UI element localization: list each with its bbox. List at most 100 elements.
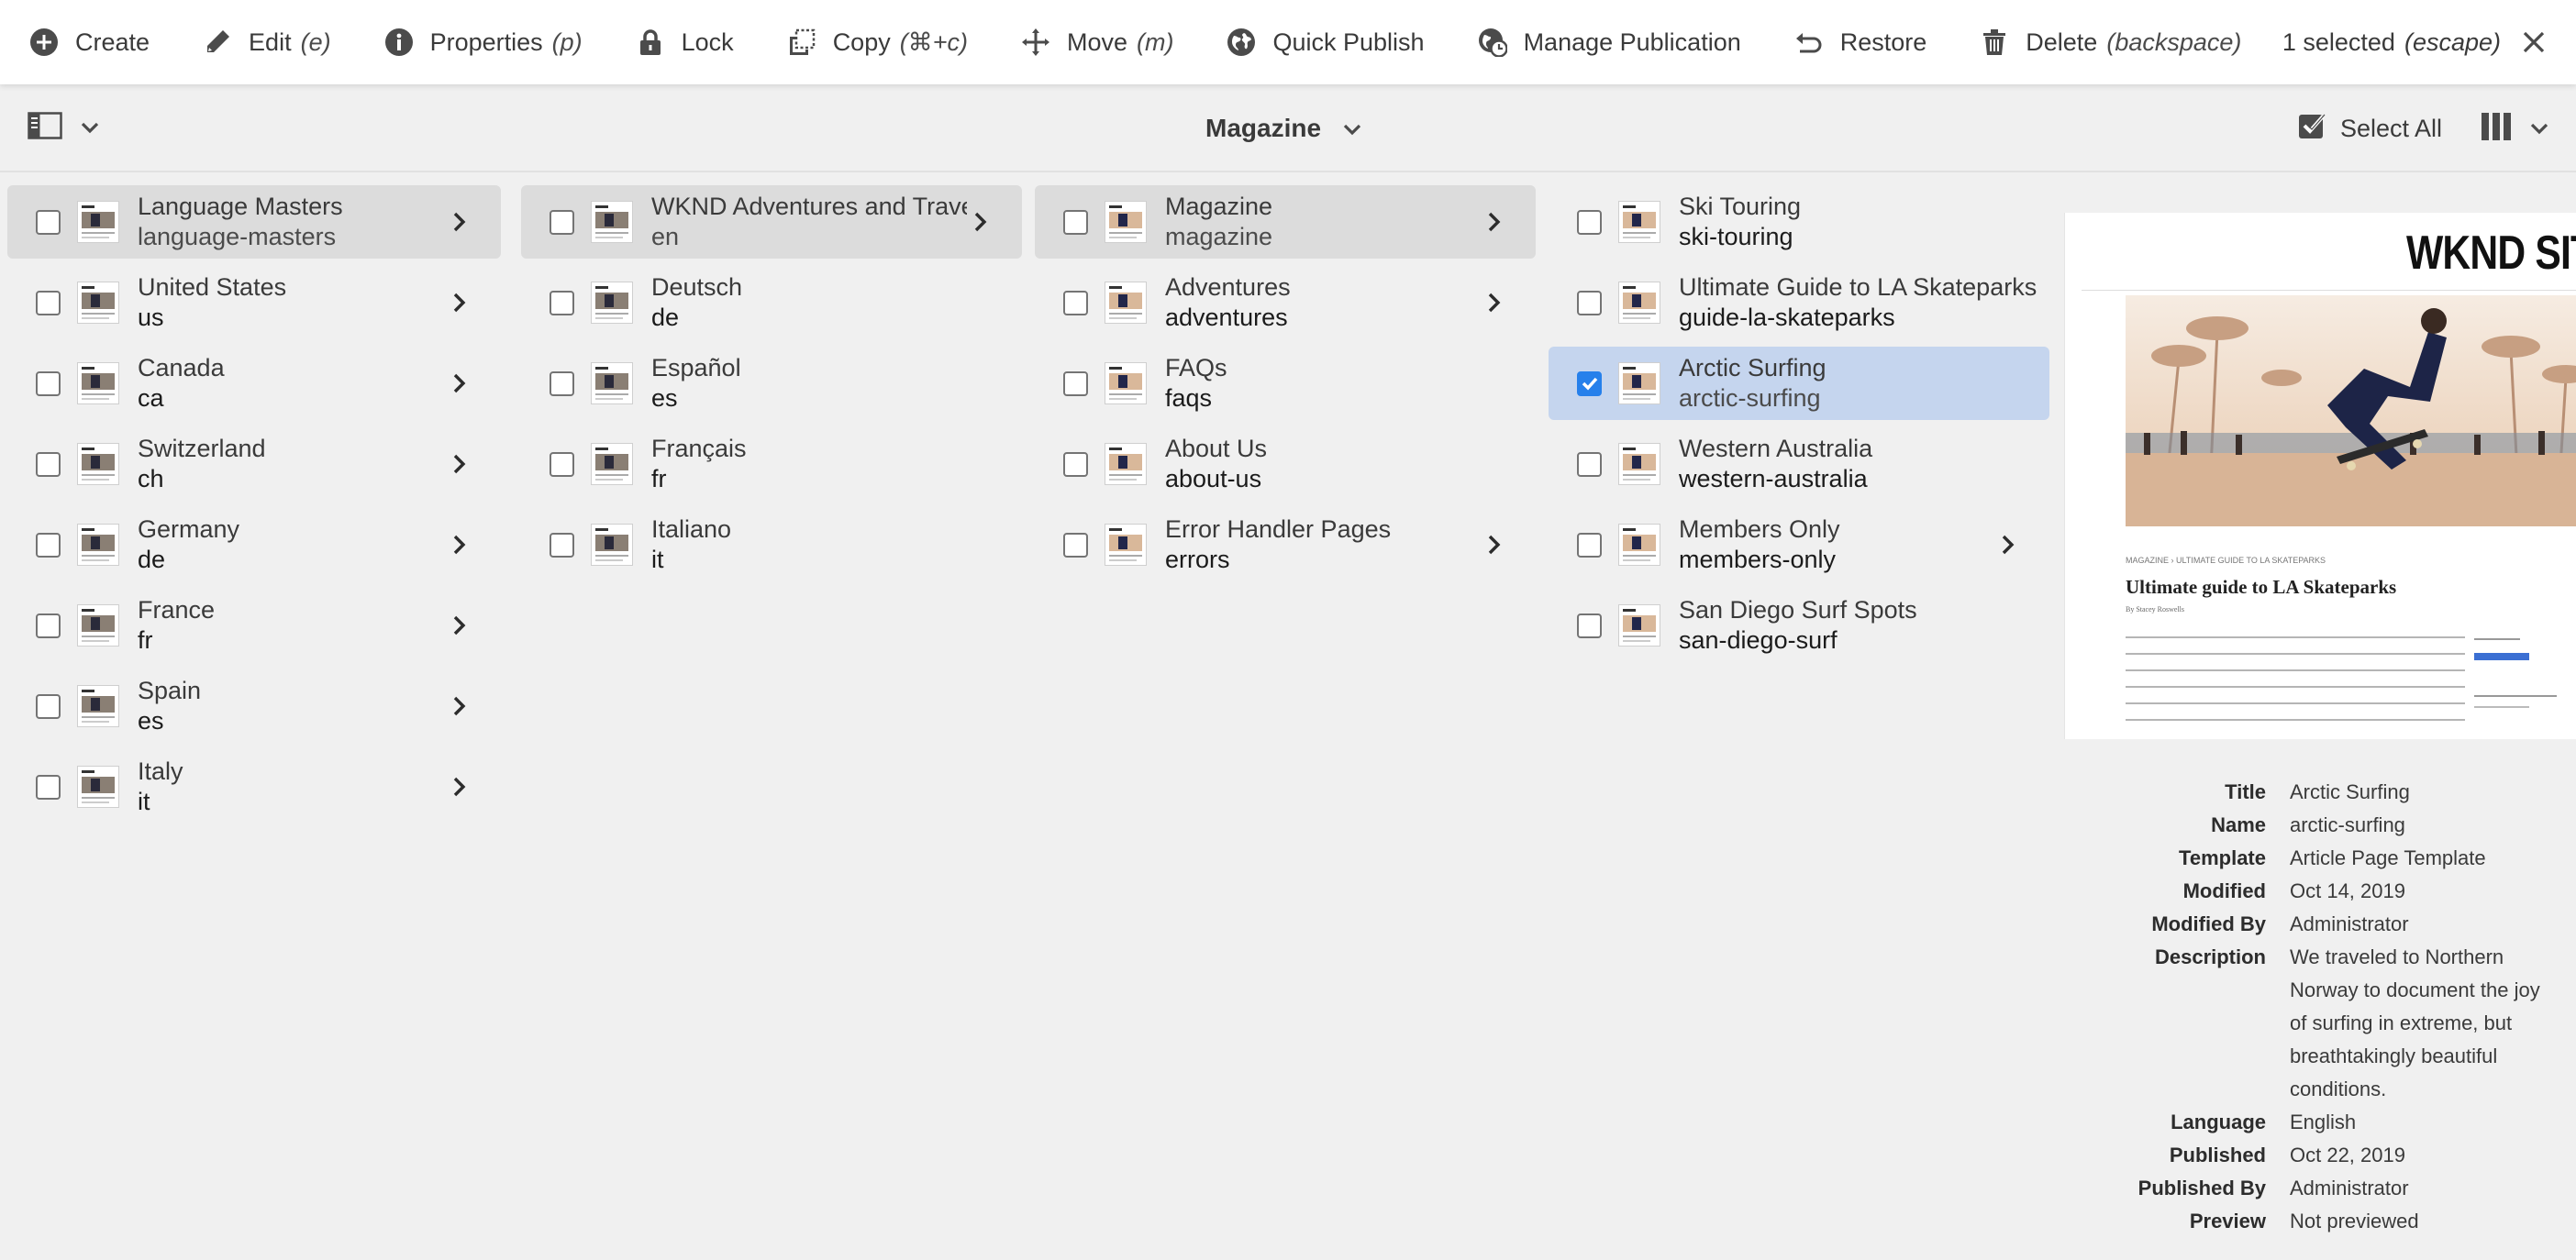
list-item[interactable]: Español es xyxy=(521,347,1022,420)
chevron-right-icon[interactable] xyxy=(1481,290,1506,315)
item-checkbox[interactable] xyxy=(1577,451,1602,477)
move-button[interactable]: Move (m) xyxy=(994,0,1200,84)
item-checkbox[interactable] xyxy=(1577,613,1602,638)
rail-toggle-button[interactable] xyxy=(28,111,101,144)
restore-button[interactable]: Restore xyxy=(1767,0,1953,84)
list-item[interactable]: Canada ca xyxy=(7,347,501,420)
list-item[interactable]: San Diego Surf Spots san-diego-surf xyxy=(1549,589,2049,662)
item-checkbox[interactable] xyxy=(1577,209,1602,235)
lock-button[interactable]: Lock xyxy=(608,0,760,84)
list-item[interactable]: FAQs faqs xyxy=(1035,347,1536,420)
chevron-right-icon[interactable] xyxy=(446,451,472,477)
metadata-value: Oct 22, 2019 xyxy=(2290,1144,2405,1166)
item-name: es xyxy=(651,384,678,412)
list-item[interactable]: Ultimate Guide to LA Skateparks guide-la-… xyxy=(1549,266,2049,339)
item-label: Español es xyxy=(651,353,1022,414)
list-item[interactable]: France fr xyxy=(7,589,501,662)
list-item[interactable]: WKND Adventures and Travel en xyxy=(521,185,1022,259)
chevron-right-icon[interactable] xyxy=(446,774,472,800)
item-checkbox[interactable] xyxy=(1577,290,1602,315)
item-checkbox[interactable] xyxy=(36,370,61,396)
list-item[interactable]: Error Handler Pages errors xyxy=(1035,508,1536,581)
chevron-right-icon[interactable] xyxy=(446,693,472,719)
chevron-right-icon[interactable] xyxy=(1481,532,1506,558)
item-checkbox[interactable] xyxy=(1063,370,1088,396)
breadcrumb[interactable]: Magazine xyxy=(1205,84,1363,172)
list-item[interactable]: About Us about-us xyxy=(1035,427,1536,501)
metadata-row: Modified Oct 14, 2019 xyxy=(2064,875,2576,908)
chevron-right-icon[interactable] xyxy=(446,290,472,315)
lock-label: Lock xyxy=(681,28,734,56)
metadata-row: Modified By Administrator xyxy=(2064,908,2576,941)
item-checkbox[interactable] xyxy=(550,209,574,235)
chevron-right-icon[interactable] xyxy=(967,209,993,235)
list-item[interactable]: Italiano it xyxy=(521,508,1022,581)
item-checkbox[interactable] xyxy=(36,290,61,315)
list-item[interactable]: United States us xyxy=(7,266,501,339)
copy-label: Copy xyxy=(832,28,891,56)
trash-icon xyxy=(1980,28,2009,57)
chevron-right-icon[interactable] xyxy=(446,370,472,396)
metadata-row: Name arctic-surfing xyxy=(2064,809,2576,842)
list-item[interactable]: Français fr xyxy=(521,427,1022,501)
item-checkbox[interactable] xyxy=(36,532,61,558)
item-checkbox[interactable] xyxy=(36,209,61,235)
item-title: Ultimate Guide to LA Skateparks xyxy=(1679,273,2037,301)
item-checkbox[interactable] xyxy=(1577,532,1602,558)
item-title: Deutsch xyxy=(651,273,743,301)
preview-sidebar xyxy=(2474,638,2575,708)
item-label: Adventures adventures xyxy=(1165,272,1481,333)
item-title: San Diego Surf Spots xyxy=(1679,596,1917,624)
item-checkbox[interactable] xyxy=(36,613,61,638)
item-checkbox[interactable] xyxy=(1063,209,1088,235)
chevron-right-icon[interactable] xyxy=(446,532,472,558)
metadata-key: Title xyxy=(2225,780,2266,803)
item-checkbox[interactable] xyxy=(550,370,574,396)
list-item[interactable]: Italy it xyxy=(7,750,501,823)
manage-publication-button[interactable]: Manage Publication xyxy=(1450,0,1767,84)
chevron-right-icon[interactable] xyxy=(446,209,472,235)
copy-button[interactable]: Copy (⌘+c) xyxy=(760,0,994,84)
list-item[interactable]: Switzerland ch xyxy=(7,427,501,501)
item-checkbox[interactable] xyxy=(36,774,61,800)
item-checkbox[interactable] xyxy=(550,451,574,477)
metadata-value: English xyxy=(2290,1111,2357,1133)
item-checkbox[interactable] xyxy=(1063,451,1088,477)
item-checkbox[interactable] xyxy=(36,693,61,719)
close-icon[interactable] xyxy=(2521,29,2547,55)
list-item[interactable]: Western Australia western-australia xyxy=(1549,427,2049,501)
list-item[interactable]: Members Only members-only xyxy=(1549,508,2049,581)
item-name: faqs xyxy=(1165,384,1213,412)
delete-button[interactable]: Delete (backspace) xyxy=(1952,0,2267,84)
item-checkbox[interactable] xyxy=(550,532,574,558)
list-item[interactable]: Ski Touring ski-touring xyxy=(1549,185,2049,259)
properties-button[interactable]: Properties (p) xyxy=(357,0,608,84)
metadata-key: Language xyxy=(2171,1111,2266,1133)
chevron-right-icon[interactable] xyxy=(1994,532,2020,558)
item-label: Spain es xyxy=(138,676,446,736)
item-checkbox[interactable] xyxy=(1063,290,1088,315)
create-button[interactable]: Create xyxy=(0,0,175,84)
list-item[interactable]: Language Masters language-masters xyxy=(7,185,501,259)
item-name: about-us xyxy=(1165,465,1262,492)
view-switcher-button[interactable] xyxy=(2481,112,2550,146)
list-item[interactable]: Magazine magazine xyxy=(1035,185,1536,259)
item-title: Magazine xyxy=(1165,193,1273,220)
list-item[interactable]: Adventures adventures xyxy=(1035,266,1536,339)
select-all-label: Select All xyxy=(2339,114,2442,142)
list-item[interactable]: Arctic Surfing arctic-surfing xyxy=(1549,347,2049,420)
list-item[interactable]: Spain es xyxy=(7,669,501,743)
metadata-key: Published xyxy=(2169,1144,2266,1166)
metadata-row: Published By Administrator xyxy=(2064,1172,2576,1205)
item-checkbox[interactable] xyxy=(1063,532,1088,558)
edit-button[interactable]: Edit (e) xyxy=(175,0,357,84)
list-item[interactable]: Deutsch de xyxy=(521,266,1022,339)
item-checkbox[interactable] xyxy=(36,451,61,477)
chevron-right-icon[interactable] xyxy=(1481,209,1506,235)
chevron-right-icon[interactable] xyxy=(446,613,472,638)
item-checkbox[interactable] xyxy=(550,290,574,315)
select-all-button[interactable]: Select All xyxy=(2296,110,2442,148)
item-checkbox[interactable] xyxy=(1577,370,1602,396)
list-item[interactable]: Germany de xyxy=(7,508,501,581)
quick-publish-button[interactable]: Quick Publish xyxy=(1199,0,1449,84)
